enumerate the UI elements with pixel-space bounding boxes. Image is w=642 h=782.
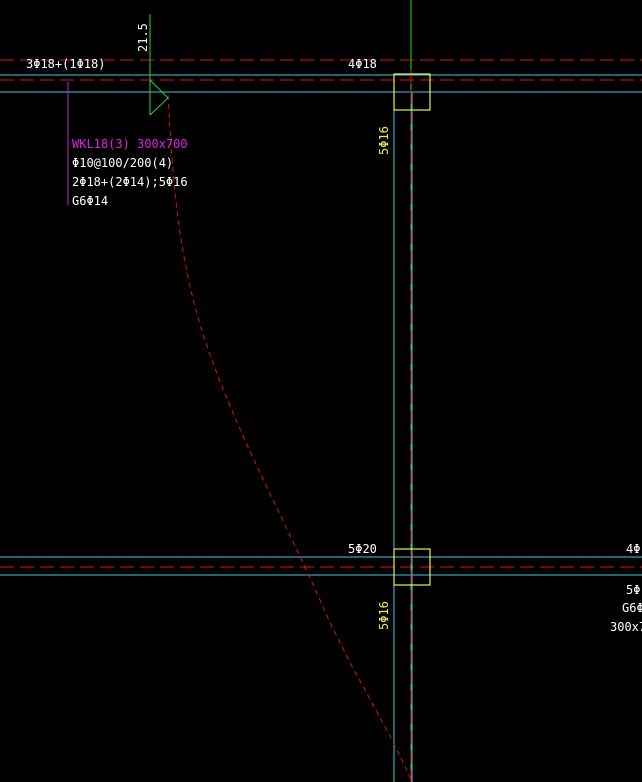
beam-tag-side-rebar: G6Φ14 xyxy=(72,194,108,208)
lower-beam-right-rebar: 4Φ xyxy=(626,542,640,556)
beam-tag-name: WKL18(3) 300x700 xyxy=(72,137,188,151)
column-upper-rebar: 5Φ16 xyxy=(377,126,391,155)
lower-beam-right-tag-3: 300x7 xyxy=(610,620,642,634)
lower-beam-right-tag-1: 5Φ xyxy=(626,583,640,597)
beam-tag-stirrup: Φ10@100/200(4) xyxy=(72,156,173,170)
beam-tag-main-rebar: 2Φ18+(2Φ14);5Φ16 xyxy=(72,175,188,189)
column-lower-rebar: 5Φ16 xyxy=(377,601,391,630)
drawing-background xyxy=(0,0,642,782)
elevation-value: 21.5 xyxy=(136,23,150,52)
top-beam-mid-rebar: 4Φ18 xyxy=(348,57,377,71)
lower-beam-right-tag-2: G6Φ xyxy=(622,601,642,615)
top-beam-left-rebar: 3Φ18+(1Φ18) xyxy=(26,57,105,71)
structural-drawing-canvas: 21.5 3Φ18+(1Φ18) 4Φ18 WKL18(3) 300x700 Φ… xyxy=(0,0,642,782)
lower-beam-mid-rebar: 5Φ20 xyxy=(348,542,377,556)
